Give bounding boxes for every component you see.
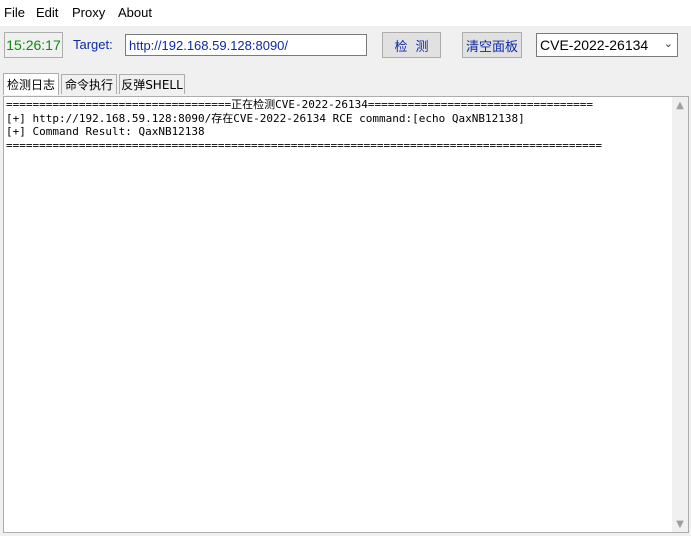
scroll-up-icon[interactable]: ▲ xyxy=(672,97,688,113)
target-label: Target: xyxy=(73,37,113,52)
log-line: ==================================正在检测CV… xyxy=(6,98,594,111)
cve-select-value: CVE-2022-26134 xyxy=(540,37,649,53)
clear-panel-button[interactable]: 清空面板 xyxy=(462,32,522,58)
log-line: [+] http://192.168.59.128:8090/存在CVE-202… xyxy=(6,111,525,125)
menu-proxy[interactable]: Proxy xyxy=(72,5,105,20)
tab-command-exec[interactable]: 命令执行 xyxy=(61,74,117,94)
target-url-input[interactable] xyxy=(125,34,367,56)
menu-about[interactable]: About xyxy=(118,5,152,20)
log-output: ==================================正在检测CV… xyxy=(6,98,672,152)
chevron-down-icon[interactable]: ⌄ xyxy=(664,37,673,50)
tab-detection-log[interactable]: 检测日志 xyxy=(3,73,59,95)
clock-display: 15:26:17 xyxy=(4,32,63,58)
log-line: [+] Command Result: QaxNB12138 xyxy=(6,125,205,138)
scroll-down-icon[interactable]: ▼ xyxy=(672,516,688,532)
vertical-scrollbar[interactable]: ▲ ▼ xyxy=(672,97,688,532)
log-panel[interactable]: ==================================正在检测CV… xyxy=(3,96,689,533)
cve-select[interactable]: CVE-2022-26134 ⌄ xyxy=(536,33,678,57)
log-line: ========================================… xyxy=(6,138,603,152)
detect-button[interactable]: 检测 xyxy=(382,32,441,58)
menu-file[interactable]: File xyxy=(4,5,25,20)
tab-reverse-shell[interactable]: 反弹SHELL xyxy=(119,74,185,94)
menu-edit[interactable]: Edit xyxy=(36,5,58,20)
menu-bar: File Edit Proxy About xyxy=(0,0,691,26)
